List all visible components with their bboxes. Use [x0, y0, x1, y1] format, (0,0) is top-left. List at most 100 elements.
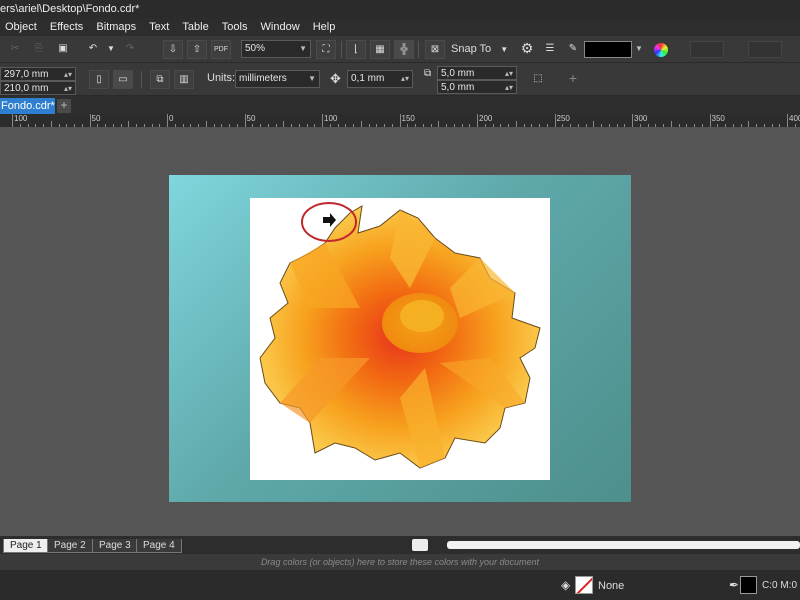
cut-icon[interactable]: ✂ [5, 40, 25, 59]
ruler-minor-tick [50, 121, 52, 127]
units-value: millimeters [239, 73, 287, 84]
ruler-label: 50 [91, 114, 101, 123]
grid-icon[interactable]: ▦ [370, 40, 390, 59]
paste-icon[interactable]: ▣ [53, 40, 73, 59]
page-tab-1[interactable]: Page 1 [3, 539, 49, 553]
menu-table[interactable]: Table [182, 18, 218, 36]
window-title: ers\ariel\Desktop\Fondo.cdr* [0, 3, 140, 15]
landscape-icon[interactable]: ▭ [113, 70, 133, 89]
align-icon[interactable]: ☰ [540, 40, 560, 59]
ruler-major-tick [787, 114, 788, 127]
document-palette[interactable]: Drag colors (or objects) here to store t… [0, 554, 800, 570]
pen-icon[interactable]: ✎ [563, 40, 583, 59]
zoom-select[interactable]: 50% ▼ [241, 40, 311, 58]
ruler-label: 350 [711, 114, 725, 123]
ruler-major-tick [632, 114, 633, 127]
guidelines-icon[interactable]: ╬ [394, 40, 414, 59]
add-icon[interactable]: + [563, 70, 583, 89]
spinner-icon[interactable]: ▴▾ [401, 71, 409, 87]
units-label: Units: [207, 72, 236, 84]
separator [418, 41, 419, 58]
export-icon[interactable]: ⇧ [187, 40, 207, 59]
copy-icon[interactable]: ⎘ [29, 40, 49, 59]
ruler-major-tick [399, 114, 401, 127]
outline-pen-icon: ✒ [729, 578, 740, 592]
ruler-label: 50 [246, 114, 256, 123]
ruler-label: 400 [789, 114, 800, 123]
horizontal-scrollbar[interactable] [447, 541, 800, 549]
ruler-major-tick [244, 114, 246, 127]
ruler-minor-tick [360, 121, 362, 127]
spinner-icon[interactable]: ▴▾ [505, 67, 513, 81]
ruler-major-tick [709, 114, 711, 127]
portrait-icon[interactable]: ▯ [89, 70, 109, 89]
menu-bitmaps[interactable]: Bitmaps [96, 18, 146, 36]
ruler-minor-tick [128, 121, 130, 127]
spinner-icon[interactable]: ▴▾ [64, 82, 72, 96]
nudge-icon: ✥ [330, 71, 341, 86]
page-width-field[interactable]: 297,0 mm ▴▾ [0, 67, 76, 81]
units-select[interactable]: millimeters ▼ [235, 70, 320, 88]
undo-icon[interactable]: ↶ [83, 40, 103, 59]
nudge-distance-field[interactable]: 0,1 mm ▴▾ [347, 70, 413, 88]
color-wheel-icon[interactable] [654, 43, 668, 57]
publish-pdf-icon[interactable]: PDF [211, 40, 231, 59]
chevron-down-icon[interactable]: ▼ [635, 44, 643, 53]
ruler-label: 300 [634, 114, 648, 123]
page-tab-3[interactable]: Page 3 [92, 539, 138, 553]
nudge-value: 0,1 mm [351, 73, 385, 84]
options-gear-icon[interactable]: ⚙ [517, 40, 537, 59]
image-frame[interactable] [250, 198, 550, 480]
document-tab[interactable]: Fondo.cdr* [0, 98, 55, 114]
all-pages-icon[interactable]: ⧉ [150, 70, 170, 89]
current-page-icon[interactable]: ▥ [174, 70, 194, 89]
chevron-down-icon: ▼ [308, 74, 316, 83]
duplicate-x-value: 5,0 mm [441, 68, 475, 79]
ruler-label: 200 [479, 114, 493, 123]
page-height-field[interactable]: 210,0 mm ▴▾ [0, 81, 76, 95]
separator [141, 71, 142, 88]
treat-as-filled-icon[interactable]: ⬚ [528, 70, 548, 89]
flower-image[interactable] [250, 198, 550, 480]
outline-color-swatch[interactable] [740, 576, 757, 594]
spinner-icon[interactable]: ▴▾ [64, 68, 72, 82]
page-tab-4[interactable]: Page 4 [136, 539, 182, 553]
duplicate-y-field[interactable]: 5,0 mm ▴▾ [437, 80, 517, 94]
menu-text[interactable]: Text [149, 18, 179, 36]
ruler-minor-tick [438, 121, 440, 127]
ruler-major-tick [322, 114, 323, 127]
rulers-icon[interactable]: ⌊ [346, 40, 366, 59]
drawing-canvas[interactable] [0, 128, 800, 536]
full-screen-icon[interactable]: ⛶ [316, 40, 336, 59]
ruler-major-tick [167, 114, 168, 127]
page-tab-2[interactable]: Page 2 [47, 539, 93, 553]
disabled-field [748, 41, 782, 58]
undo-dropdown-icon[interactable]: ▼ [101, 40, 121, 59]
page-background-gradient[interactable] [169, 175, 631, 502]
menu-object[interactable]: Object [0, 18, 47, 36]
callout-circle [301, 202, 357, 242]
status-bar: ◈ None ✒ C:0 M:0 Y [0, 570, 800, 600]
menu-window[interactable]: Window [261, 18, 310, 36]
page-tabs-bar: Page 1 Page 2 Page 3 Page 4 [0, 536, 800, 554]
menu-help[interactable]: Help [313, 18, 346, 36]
new-tab-icon[interactable]: + [57, 99, 71, 113]
duplicate-y-value: 5,0 mm [441, 82, 475, 93]
flower-center-inner [400, 300, 444, 332]
palette-hint: Drag colors (or objects) here to store t… [260, 557, 540, 567]
outline-color-swatch[interactable] [584, 41, 632, 58]
spinner-icon[interactable]: ▴▾ [505, 81, 513, 95]
menu-effects[interactable]: Effects [50, 18, 93, 36]
snap-to-dropdown[interactable]: Snap To ▼ [451, 41, 508, 58]
redo-icon[interactable]: ↷ [120, 40, 140, 59]
menu-tools[interactable]: Tools [222, 18, 258, 36]
duplicate-x-field[interactable]: 5,0 mm ▴▾ [437, 66, 517, 80]
ruler-major-tick [554, 114, 556, 127]
scroll-to-start-icon[interactable] [412, 539, 428, 551]
no-fill-swatch[interactable] [575, 576, 593, 594]
disabled-field [690, 41, 724, 58]
import-icon[interactable]: ⇩ [163, 40, 183, 59]
snap-off-icon[interactable]: ⊠ [425, 40, 445, 59]
horizontal-ruler[interactable]: 100 50 0 50 100 150 200 250 300 350 400 [0, 114, 800, 128]
page-width-value: 297,0 mm [4, 69, 49, 80]
